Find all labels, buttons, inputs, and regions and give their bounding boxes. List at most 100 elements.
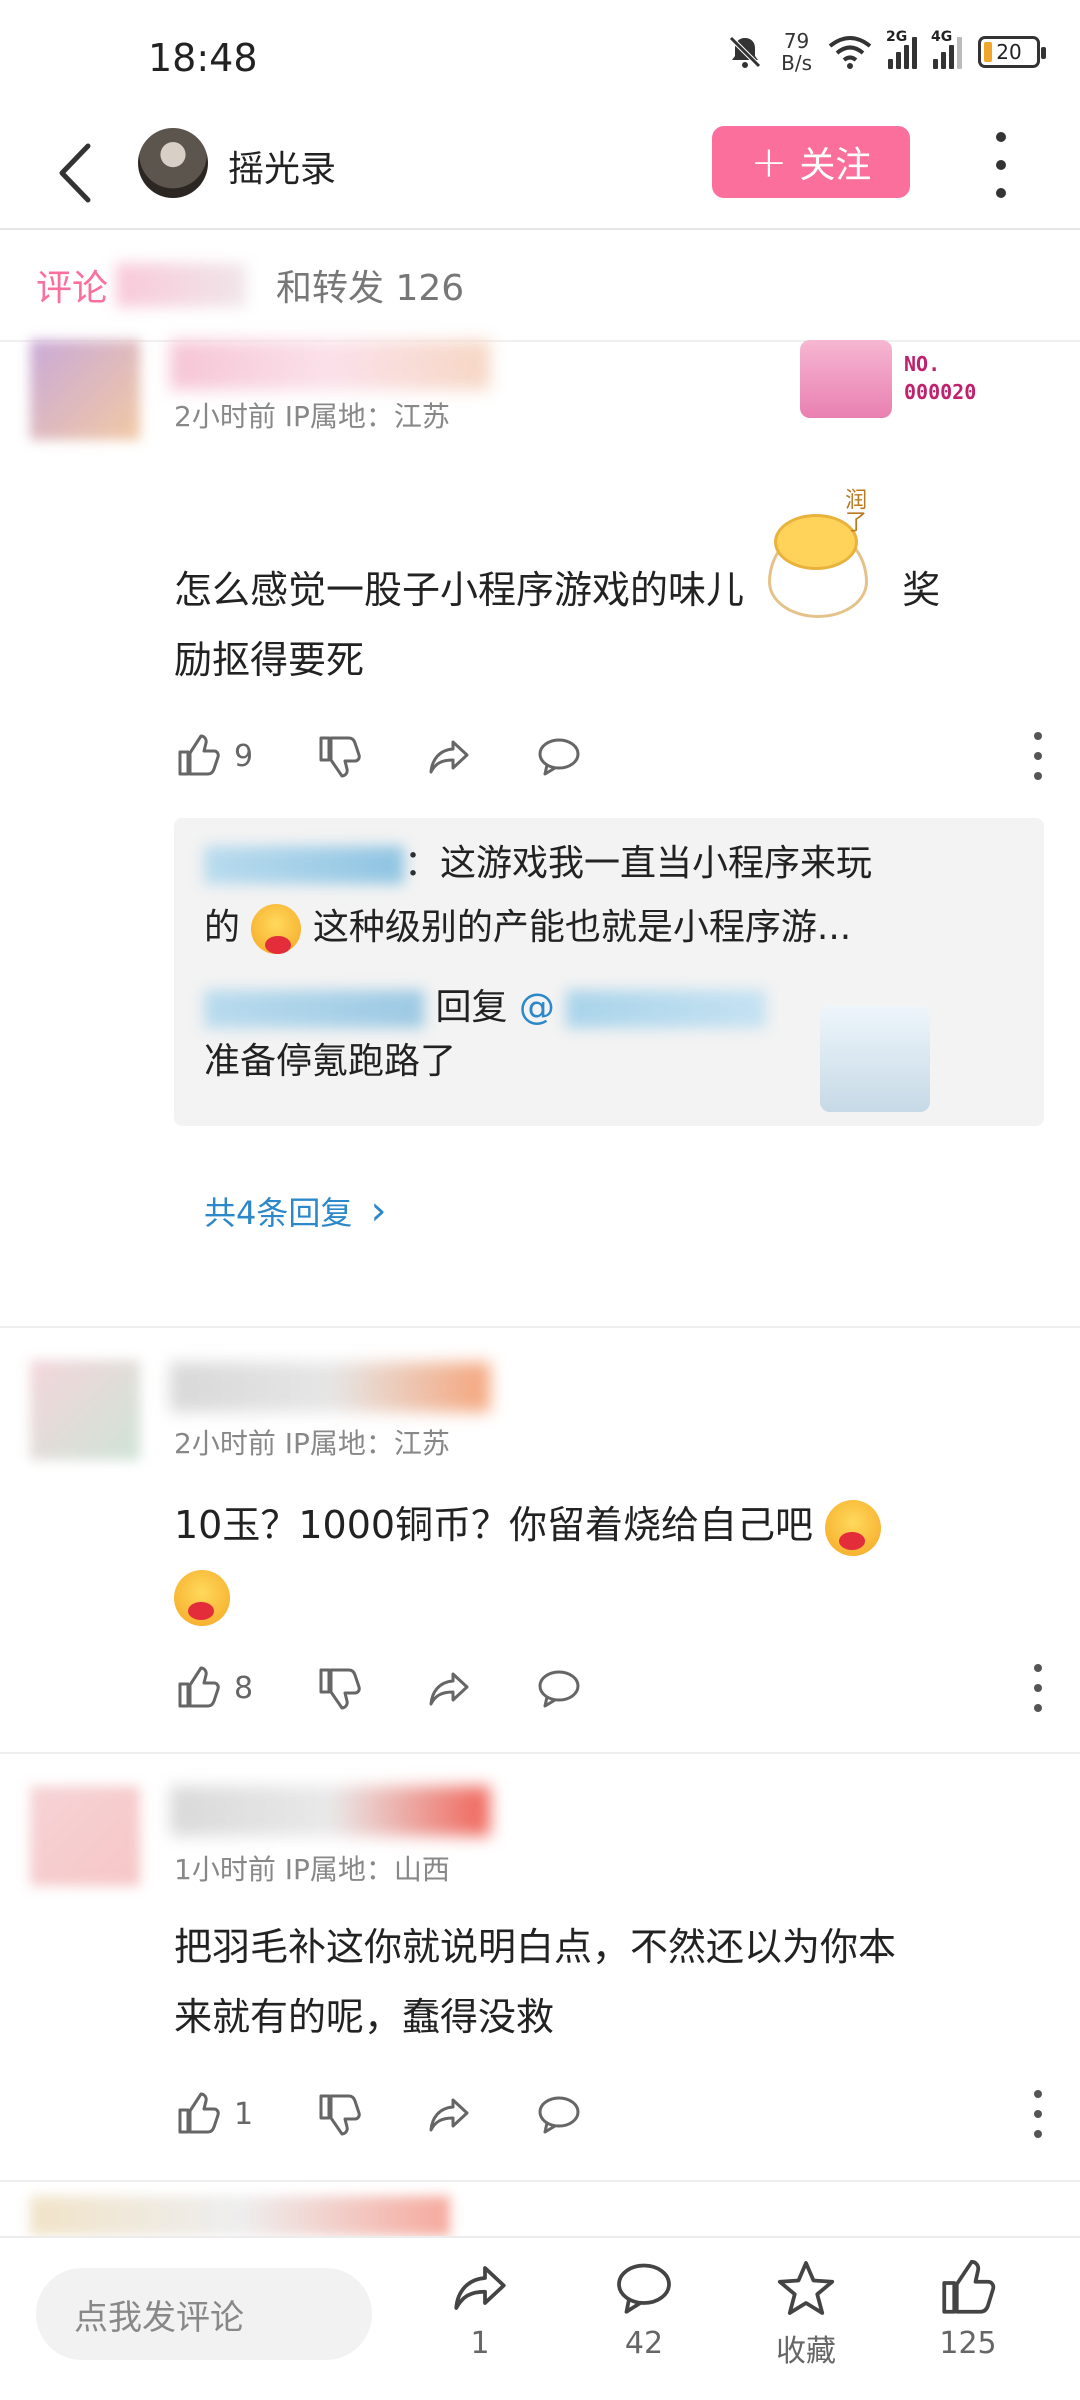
comment-divider: [0, 1326, 1080, 1328]
reply-button[interactable]: [535, 732, 583, 780]
comment-text-line1-end: 奖: [902, 568, 941, 612]
thumbs-up-icon: [178, 1666, 220, 1708]
view-all-replies-link[interactable]: 共4条回复 ›: [204, 1188, 387, 1234]
follow-label: 关注: [799, 145, 872, 186]
comment-actions: 1: [174, 2084, 1044, 2144]
follow-button[interactable]: + 关注: [712, 126, 910, 198]
battery-level: 20: [996, 40, 1022, 64]
back-arrow-icon[interactable]: [52, 138, 102, 208]
dislike-button[interactable]: [315, 732, 363, 780]
comment-bubble-icon: [538, 1670, 580, 1708]
next-comment-partial: [30, 2196, 450, 2236]
comment-text: 怎么感觉一股子小程序游戏的味儿 润了 奖 励抠得要死: [174, 488, 1044, 695]
comment-actions: 9: [174, 726, 1044, 786]
like-button[interactable]: 8: [174, 1664, 253, 1712]
dislike-button[interactable]: [315, 1664, 363, 1712]
comment-text-line2: 励抠得要死: [174, 638, 365, 682]
like-button[interactable]: 125: [908, 2258, 1028, 2361]
like-count: 125: [939, 2326, 997, 2361]
view-all-replies-label: 共4条回复: [204, 1194, 353, 1232]
net-speed: 79 B/s: [781, 30, 812, 74]
comment-bubble-icon: [538, 2096, 580, 2134]
comment-more-icon[interactable]: [1032, 732, 1044, 780]
comment-more-icon[interactable]: [1032, 2090, 1044, 2138]
reply-1-text: ：这游戏我一直当小程序来玩: [404, 843, 873, 884]
thumbs-up-icon: [178, 734, 220, 776]
favorite-label: 收藏: [776, 2334, 836, 2369]
comment-bubble-icon: [538, 738, 580, 776]
like-button[interactable]: 9: [174, 732, 253, 780]
thumbs-down-icon: [319, 1668, 361, 1710]
reply-line-4: 准备停氪跑路了: [204, 1038, 456, 1086]
author-avatar[interactable]: [138, 128, 208, 198]
bottom-action-bar: 点我发评论 1 42 收藏 125: [0, 2236, 1080, 2400]
more-options-icon[interactable]: [986, 132, 1016, 198]
comment-more-icon[interactable]: [1032, 1664, 1044, 1712]
thumbs-down-icon: [319, 736, 361, 778]
favorite-button[interactable]: 收藏: [746, 2258, 866, 2370]
thumbs-up-icon: [178, 2092, 220, 2134]
comment-text: 10玉？1000铜币？你留着烧给自己吧: [174, 1490, 1044, 1630]
signal-sim2-icon: 4G: [931, 29, 962, 69]
share-arrow-icon: [429, 740, 469, 774]
mute-bell-icon: [729, 36, 761, 68]
reply-user-redacted: [204, 846, 404, 884]
share-arrow-icon: [429, 2098, 469, 2132]
comment-input[interactable]: 点我发评论: [36, 2268, 372, 2360]
share-button[interactable]: [425, 1664, 473, 1712]
status-time: 18:48: [148, 36, 258, 80]
commenter-name-redacted[interactable]: [170, 340, 490, 390]
dislike-button[interactable]: [315, 2090, 363, 2138]
reply-button[interactable]: [535, 2090, 583, 2138]
comment-divider: [0, 1752, 1080, 1754]
reply-button[interactable]: [535, 1664, 583, 1712]
share-button[interactable]: [425, 2090, 473, 2138]
hug-heart-emoji-icon: [174, 1569, 230, 1626]
battery-icon: 20: [978, 36, 1046, 68]
comment-item: 1小时前 IP属地：山西 把羽毛补这你就说明白点，不然还以为你本 来就有的呢，蠢…: [0, 1756, 1080, 2176]
share-button[interactable]: 1: [420, 2258, 540, 2361]
status-icons: 79 B/s 2G 4G 20: [725, 29, 1046, 74]
comment-item: 2小时前 IP属地：江苏 10玉？1000铜币？你留着烧给自己吧 8: [0, 1330, 1080, 1750]
comment-item: 2小时前 IP属地：江苏 怎么感觉一股子小程序游戏的味儿 润了 奖 励抠得要死 …: [0, 300, 1080, 1330]
reply-1-text-a: 的: [204, 907, 241, 948]
star-icon: [777, 2261, 835, 2315]
sim2-tag: 4G: [931, 29, 953, 45]
commenter-avatar[interactable]: [30, 340, 140, 440]
share-arrow-icon: [454, 2266, 506, 2310]
comment-text-line1: 10玉？1000铜币？你留着烧给自己吧: [174, 1503, 814, 1547]
commenter-name-redacted[interactable]: [170, 1362, 490, 1412]
reply-2-mid: 回复: [435, 987, 508, 1028]
share-count: 1: [470, 2326, 490, 2361]
signal-sim1-icon: 2G: [886, 29, 917, 69]
wifi-icon: [828, 36, 872, 69]
comment-meta: 1小时前 IP属地：山西: [174, 1853, 450, 1886]
commenter-avatar[interactable]: [30, 1360, 140, 1460]
reply-user2-redacted: [204, 990, 424, 1028]
comment-meta: 2小时前 IP属地：江苏: [174, 1427, 450, 1460]
commenter-name-redacted[interactable]: [170, 1786, 490, 1836]
reply-2-text: 准备停氪跑路了: [204, 1041, 457, 1082]
comments-button[interactable]: 42: [584, 2258, 704, 2361]
author-name[interactable]: 摇光录: [228, 140, 336, 192]
comment-meta: 2小时前 IP属地：江苏: [174, 400, 450, 433]
reply-line-3: 回复 @: [204, 984, 767, 1032]
laughing-emoji-icon: [251, 904, 302, 954]
thumbs-up-icon: [942, 2259, 996, 2314]
like-count: 9: [234, 738, 254, 774]
commenter-avatar[interactable]: [30, 1786, 140, 1886]
reply-line-2: 的 这种级别的产能也就是小程序游...: [204, 904, 851, 954]
comment-text: 把羽毛补这你就说明白点，不然还以为你本 来就有的呢，蠢得没救: [174, 1912, 1044, 2052]
egg-sticker-icon: 润了: [768, 488, 878, 618]
comment-count: 42: [624, 2326, 664, 2361]
share-button[interactable]: [425, 732, 473, 780]
reply-2-mention[interactable]: @: [519, 987, 555, 1028]
reply-mention-redacted: [566, 990, 767, 1028]
comment-text-line1: 怎么感觉一股子小程序游戏的味儿: [174, 568, 745, 612]
hug-heart-emoji-icon: [825, 1499, 882, 1556]
reply-line-1: ：这游戏我一直当小程序来玩: [204, 840, 872, 888]
like-button[interactable]: 1: [174, 2090, 253, 2138]
like-count: 8: [234, 1670, 254, 1706]
net-speed-unit: B/s: [781, 51, 812, 75]
comment-text-line2: 来就有的呢，蠢得没救: [174, 1995, 555, 2039]
